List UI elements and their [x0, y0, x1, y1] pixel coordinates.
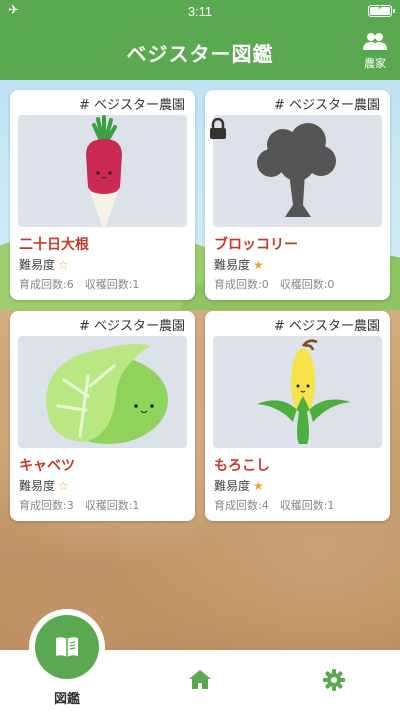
difficulty-label: 難易度 — [214, 479, 251, 493]
corn-icon — [257, 339, 351, 444]
card-image — [18, 115, 187, 227]
vegetable-card-corn[interactable]: # ベジスター農園 もろこし 難易度 ★ 育成回数:4 収穫回数:1 — [205, 311, 390, 521]
difficulty-row: 難易度 ☆ — [19, 477, 69, 494]
farmer-label: 農家 — [364, 57, 386, 70]
growth-counts: 育成回数:3 収穫回数:1 — [19, 499, 140, 512]
card-tag: # ベジスター農園 — [273, 98, 380, 113]
battery-icon: ⚡ — [368, 3, 395, 17]
status-bar: ✈ 3:11 ⚡ — [0, 0, 400, 22]
card-tag: # ベジスター農園 — [78, 98, 185, 113]
difficulty-row: 難易度 ☆ — [19, 256, 69, 273]
difficulty-row: 難易度 ★ — [214, 256, 264, 273]
status-time: 3:11 — [187, 4, 213, 19]
growth-counts: 育成回数:4 収穫回数:1 — [214, 499, 335, 512]
vegetable-card-cabbage[interactable]: # ベジスター農園 キャベツ 難易度 ☆ 育成回数:3 収穫回数:1 — [10, 311, 195, 521]
people-icon — [363, 33, 387, 50]
card-tag: # ベジスター農園 — [273, 319, 380, 334]
difficulty-label: 難易度 — [19, 258, 56, 272]
difficulty-label: 難易度 — [19, 479, 56, 493]
cabbage-icon — [46, 344, 168, 444]
farmer-button[interactable]: 農家 — [360, 32, 390, 71]
half-star-icon: ☆ — [58, 479, 69, 493]
card-image — [213, 115, 382, 227]
star-icon: ★ — [253, 479, 264, 493]
radish-icon — [86, 115, 122, 227]
gear-icon[interactable] — [322, 668, 346, 692]
vegetable-card-radish[interactable]: # ベジスター農園 二十日大根 難易度 ☆ 育成回数:6 収穫回数:1 — [10, 90, 195, 300]
difficulty-label: 難易度 — [214, 258, 251, 272]
encyclopedia-nav-button[interactable] — [35, 615, 99, 679]
vegetable-name: ブロッコリー — [214, 237, 298, 253]
lock-icon — [210, 118, 226, 139]
card-image — [213, 336, 382, 448]
vegetable-name: 二十日大根 — [19, 237, 89, 253]
book-icon — [56, 637, 78, 657]
half-star-icon: ☆ — [58, 258, 69, 272]
home-icon[interactable] — [188, 668, 212, 690]
card-tag: # ベジスター農園 — [78, 319, 185, 334]
app-header: ベジスター図鑑 農家 — [0, 22, 400, 80]
vegetable-name: もろこし — [214, 458, 270, 474]
broccoli-silhouette-icon — [257, 123, 336, 217]
vegetable-card-broccoli[interactable]: # ベジスター農園 ブロッコリー 難易度 ★ 育成回数:0 収穫回数:0 — [205, 90, 390, 300]
page-title: ベジスター図鑑 — [126, 42, 274, 66]
difficulty-row: 難易度 ★ — [214, 477, 264, 494]
star-icon: ★ — [253, 258, 264, 272]
growth-counts: 育成回数:6 収穫回数:1 — [19, 278, 140, 291]
card-image — [18, 336, 187, 448]
encyclopedia-nav-label: 図鑑 — [53, 692, 80, 707]
growth-counts: 育成回数:0 収穫回数:0 — [214, 278, 335, 291]
vegetable-name: キャベツ — [19, 458, 75, 474]
